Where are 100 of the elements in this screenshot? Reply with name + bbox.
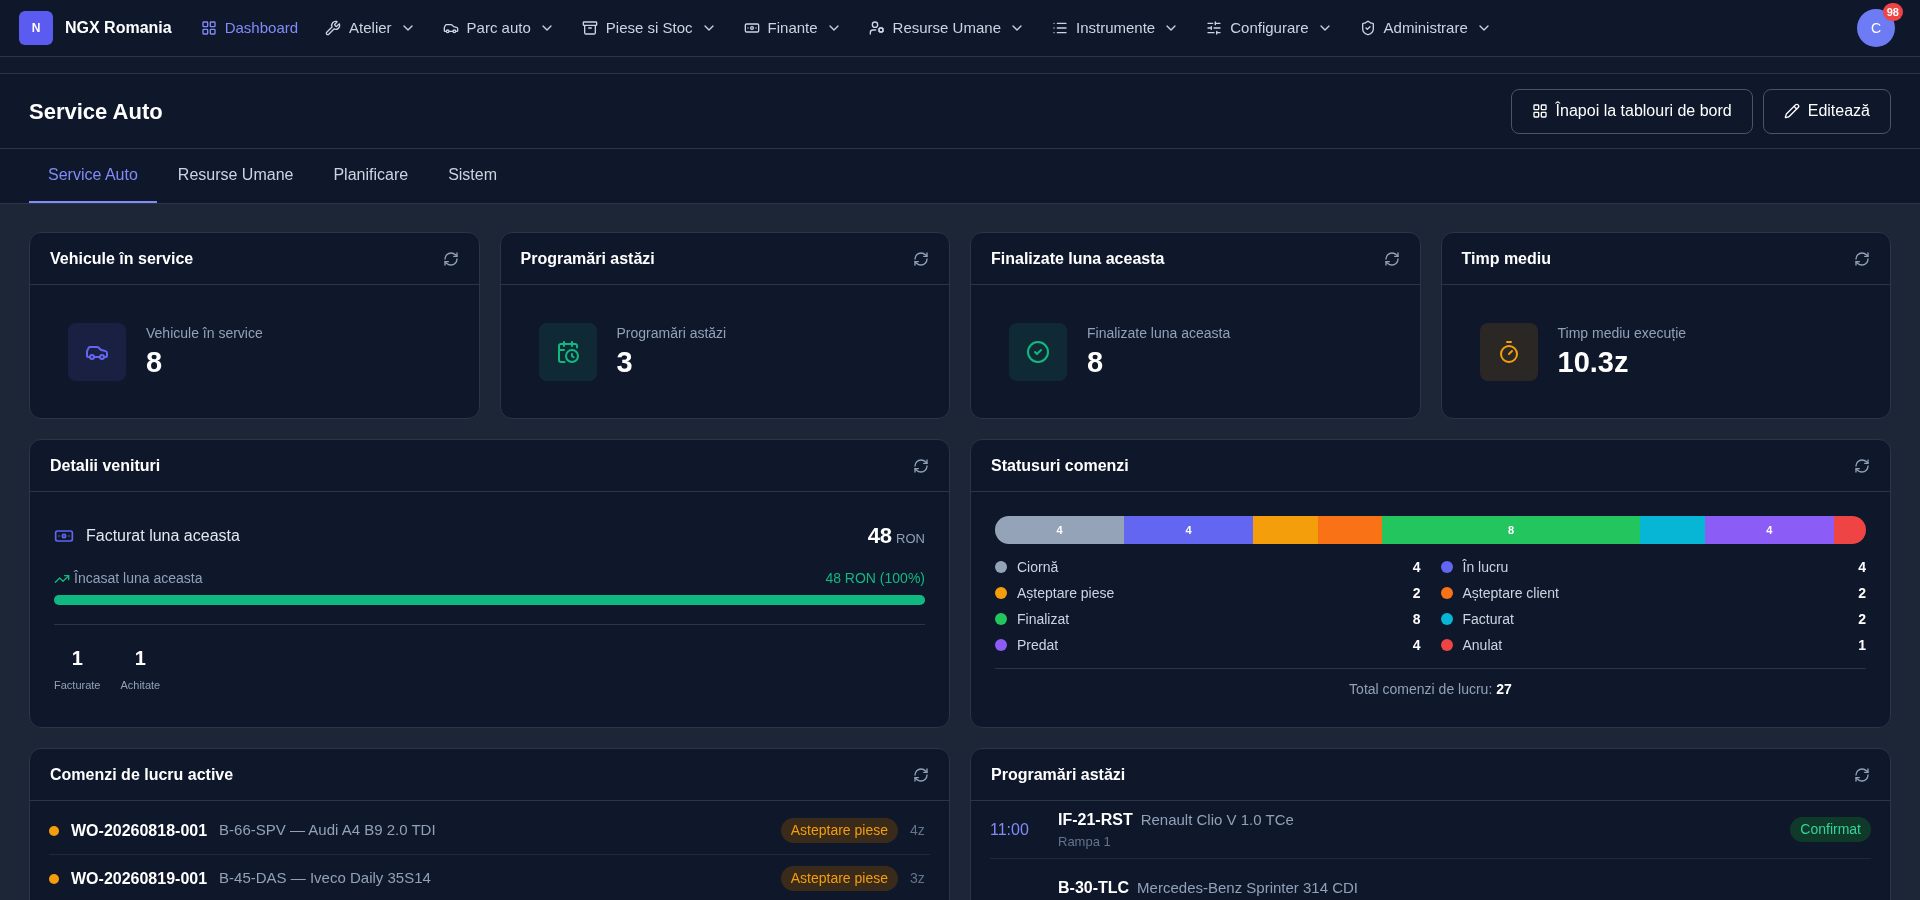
user-gear-icon bbox=[868, 20, 885, 36]
card-title: Programări astăzi bbox=[520, 248, 655, 269]
count-label: Achitate bbox=[120, 678, 161, 693]
stat-label: Timp mediu execuție bbox=[1557, 324, 1687, 344]
collected-label: Încasat luna aceasta bbox=[74, 569, 203, 588]
stat-value: 8 bbox=[146, 345, 164, 381]
stat-value: 3 bbox=[616, 345, 634, 381]
refresh-icon[interactable] bbox=[913, 250, 929, 267]
tab[interactable]: Sistem bbox=[429, 149, 517, 203]
nav-menu-item[interactable]: Configurare bbox=[1197, 8, 1342, 48]
status-count: 4 bbox=[1858, 557, 1866, 577]
status-count: 2 bbox=[1858, 609, 1866, 629]
stat-value: 8 bbox=[1087, 345, 1105, 381]
collected-value: 48 RON (100%) bbox=[825, 569, 925, 588]
appointment-time: 11:00 bbox=[990, 819, 1030, 840]
stat-label: Finalizate luna aceasta bbox=[1087, 324, 1231, 344]
tab[interactable]: Resurse Umane bbox=[158, 149, 313, 203]
back-to-dashboards-button[interactable]: Înapoi la tablouri de bord bbox=[1510, 88, 1753, 134]
status-tag: Confirmat bbox=[1790, 817, 1871, 842]
card-title: Finalizate luna aceasta bbox=[991, 248, 1165, 269]
currency-unit: RON bbox=[896, 530, 925, 548]
refresh-icon[interactable] bbox=[1854, 457, 1870, 474]
age-text: 4z bbox=[910, 821, 926, 840]
card-title: Vehicule în service bbox=[50, 248, 194, 269]
status-name: Ciornă bbox=[1017, 557, 1059, 577]
status-count: 4 bbox=[1412, 557, 1421, 577]
refresh-icon[interactable] bbox=[442, 250, 459, 267]
card-title: Programări astăzi bbox=[991, 764, 1126, 785]
stat-label: Programări astăzi bbox=[616, 324, 727, 344]
status-name: Așteptare piese bbox=[1017, 583, 1115, 603]
stat-label: Vehicule în service bbox=[146, 324, 263, 344]
stat-value: 10.3z bbox=[1557, 345, 1630, 381]
check-circle-icon bbox=[1026, 340, 1050, 364]
vehicle-text: B-45-DAS — Iveco Daily 35S14 bbox=[219, 868, 431, 889]
banknote-icon bbox=[743, 20, 760, 36]
nav-menu-item[interactable]: Finante bbox=[734, 8, 851, 48]
refresh-icon[interactable] bbox=[913, 766, 929, 783]
status-name: Anulat bbox=[1462, 635, 1503, 655]
refresh-icon[interactable] bbox=[1383, 250, 1400, 267]
nav-menu-item[interactable]: Administrare bbox=[1350, 8, 1501, 48]
status-count: 4 bbox=[1412, 635, 1421, 655]
calendar-clock-icon bbox=[555, 340, 580, 364]
count-label: Facturate bbox=[54, 678, 101, 693]
shield-check-icon bbox=[1359, 20, 1376, 36]
plate-number: IF-21-RST bbox=[1058, 809, 1133, 830]
brand-name: NGX Romania bbox=[65, 18, 172, 38]
nav-menu-item[interactable]: Dashboard bbox=[191, 8, 308, 48]
edit-button[interactable]: Editează bbox=[1762, 88, 1891, 134]
status-count: 2 bbox=[1412, 583, 1421, 603]
grid-icon bbox=[1531, 103, 1548, 119]
tab[interactable]: Service Auto bbox=[29, 149, 157, 203]
nav-menu-item[interactable]: Atelier bbox=[316, 8, 425, 48]
total-value: 27 bbox=[1496, 680, 1512, 699]
nav-menu-item[interactable]: Instrumente bbox=[1043, 8, 1189, 48]
nav-menu-item[interactable]: Parc auto bbox=[433, 8, 564, 48]
nav-menu-item[interactable]: Resurse Umane bbox=[859, 8, 1034, 48]
location-text: Rampa 1 bbox=[1058, 832, 1112, 851]
wrench-icon bbox=[325, 20, 342, 36]
work-order-code: WO-20260819-001 bbox=[71, 868, 208, 889]
work-order-row[interactable]: WO-20260819-001 B-45-DAS — Iveco Daily 35S14 Asteptare piese 3z bbox=[49, 855, 930, 900]
status-bar-segment: 4 bbox=[1704, 516, 1834, 544]
grid-icon bbox=[200, 20, 217, 36]
vehicle-text: Mercedes-Benz Sprinter 314 CDI bbox=[1137, 877, 1359, 898]
status-count: 2 bbox=[1858, 583, 1866, 603]
work-order-row[interactable]: WO-20260818-001 B-66-SPV — Audi A4 B9 2.0 TDI Asteptare piese 4z bbox=[49, 807, 930, 855]
card-title: Statusuri comenzi bbox=[991, 455, 1129, 476]
refresh-icon[interactable] bbox=[1854, 250, 1870, 267]
sliders-icon bbox=[1206, 20, 1223, 36]
card-title: Detalii venituri bbox=[50, 455, 161, 476]
card-title: Timp mediu bbox=[1461, 248, 1551, 269]
age-text: 3z bbox=[910, 869, 926, 888]
status-name: Facturat bbox=[1462, 609, 1514, 629]
pencil-icon bbox=[1783, 103, 1800, 119]
logo-badge: N bbox=[19, 11, 53, 45]
status-bar-segment: 8 bbox=[1382, 516, 1641, 544]
status-count: 1 bbox=[1858, 635, 1866, 655]
status-bar-segment: 4 bbox=[995, 516, 1125, 544]
total-label: Total comenzi de lucru: bbox=[1349, 680, 1493, 699]
count-value: 1 bbox=[71, 646, 83, 671]
status-name: Predat bbox=[1017, 635, 1059, 655]
list-icon bbox=[1052, 20, 1068, 36]
refresh-icon[interactable] bbox=[913, 457, 929, 474]
status-name: Finalizat bbox=[1017, 609, 1070, 629]
invoiced-value: 48 bbox=[867, 522, 893, 550]
notification-badge: 98 bbox=[1882, 3, 1903, 21]
vehicle-text: B-66-SPV — Audi A4 B9 2.0 TDI bbox=[219, 820, 436, 841]
vehicle-text: Renault Clio V 1.0 TCe bbox=[1140, 809, 1294, 830]
card-title: Comenzi de lucru active bbox=[50, 764, 234, 785]
plate-number: B-30-TLC bbox=[1058, 877, 1130, 898]
status-count: 8 bbox=[1412, 609, 1421, 629]
status-bar-segment: 4 bbox=[1124, 516, 1254, 544]
refresh-icon[interactable] bbox=[1854, 766, 1870, 783]
tab[interactable]: Planificare bbox=[314, 149, 428, 203]
nav-menu-item[interactable]: Piese si Stoc bbox=[572, 8, 726, 48]
status-name: În lucru bbox=[1462, 557, 1509, 577]
archive-box-icon bbox=[581, 20, 598, 36]
work-order-code: WO-20260818-001 bbox=[71, 820, 208, 841]
count-value: 1 bbox=[134, 646, 146, 671]
status-tag: Asteptare piese bbox=[780, 818, 898, 843]
invoiced-label: Facturat luna aceasta bbox=[86, 525, 240, 546]
